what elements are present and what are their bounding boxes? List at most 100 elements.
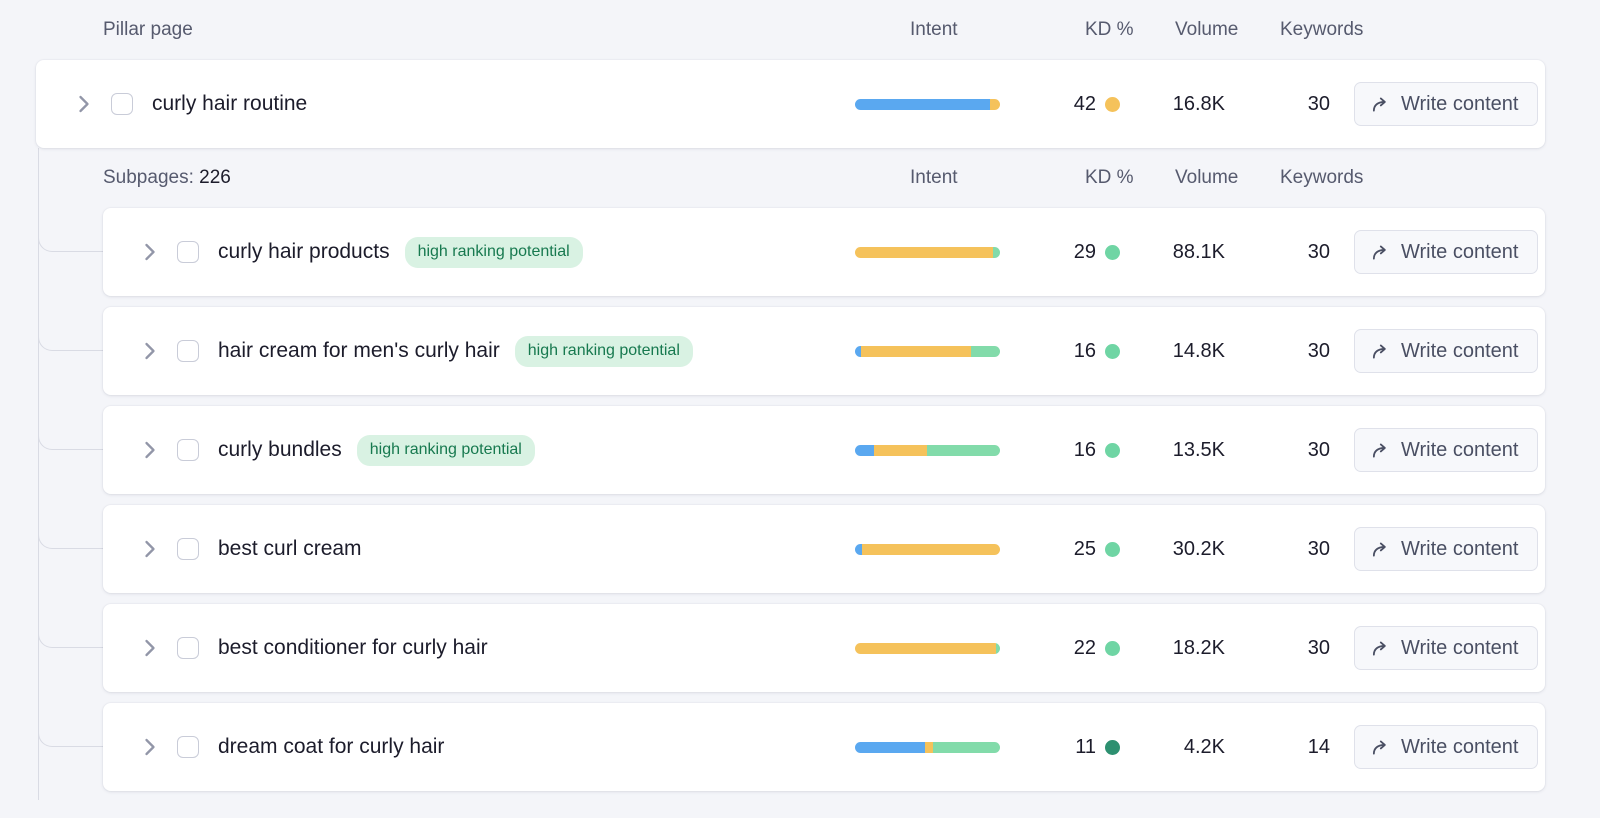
intent-bar (855, 544, 1000, 555)
keyword-cluster-table: Pillar page Intent KD % Volume Keywords … (0, 0, 1600, 818)
subpages-label: Subpages: (103, 167, 194, 189)
expand-chevron-icon[interactable] (141, 540, 159, 558)
keywords-value: 30 (1308, 439, 1330, 461)
kd-difficulty-dot (1105, 542, 1120, 557)
write-content-label: Write content (1401, 637, 1518, 660)
subpage-title: best conditioner for curly hair (218, 636, 488, 660)
pillar-kd-cell: 42 (1030, 93, 1120, 116)
subpage-intent-cell (855, 742, 1030, 753)
pillar-page-title: curly hair routine (152, 92, 307, 116)
subpage-action-cell: Write content (1330, 626, 1545, 670)
write-content-button[interactable]: Write content (1354, 626, 1538, 670)
kd-difficulty-dot (1105, 641, 1120, 656)
expand-chevron-icon[interactable] (141, 639, 159, 657)
expand-chevron-icon[interactable] (141, 738, 159, 756)
subpage-action-cell: Write content (1330, 527, 1545, 571)
subpage-row[interactable]: dream coat for curly hair114.2K14Write c… (103, 703, 1545, 791)
volume-value: 4.2K (1184, 736, 1225, 758)
intent-segment-informational (855, 544, 862, 555)
row-checkbox[interactable] (177, 340, 199, 362)
subpage-action-cell: Write content (1330, 428, 1545, 472)
write-content-button[interactable]: Write content (1354, 82, 1538, 126)
pillar-name-cell: curly hair routine (75, 92, 855, 116)
subpage-name-cell: best curl cream (141, 537, 855, 561)
pillar-row[interactable]: curly hair routine 42 16.8K 30 Wri (36, 60, 1545, 148)
row-checkbox[interactable] (111, 93, 133, 115)
volume-value: 88.1K (1173, 241, 1225, 263)
subpage-name-cell: dream coat for curly hair (141, 735, 855, 759)
subpage-title: dream coat for curly hair (218, 735, 444, 759)
subpage-volume-cell: 30.2K (1120, 538, 1225, 561)
subpage-kd-cell: 25 (1030, 538, 1120, 561)
row-checkbox[interactable] (177, 637, 199, 659)
row-checkbox[interactable] (177, 736, 199, 758)
write-content-label: Write content (1401, 93, 1518, 116)
expand-chevron-icon[interactable] (141, 342, 159, 360)
keywords-value: 30 (1308, 340, 1330, 362)
subpage-name-cell: hair cream for men's curly hair high rank… (141, 336, 855, 367)
write-content-label: Write content (1401, 538, 1518, 561)
subheader-keywords: Keywords (1280, 167, 1385, 189)
header-keywords: Keywords (1280, 19, 1385, 41)
subpage-row[interactable]: best conditioner for curly hair2218.2K30… (103, 604, 1545, 692)
subpage-kd-cell: 16 (1030, 439, 1120, 462)
keywords-value: 14 (1308, 736, 1330, 758)
row-checkbox[interactable] (177, 241, 199, 263)
write-content-button[interactable]: Write content (1354, 329, 1538, 373)
write-content-button[interactable]: Write content (1354, 428, 1538, 472)
subpage-keywords-cell: 30 (1225, 439, 1330, 462)
high-ranking-potential-badge: high ranking potential (357, 435, 535, 466)
subpage-name-cell: curly bundleshigh ranking potential (141, 435, 855, 466)
write-content-label: Write content (1401, 241, 1518, 264)
subpage-row[interactable]: hair cream for men's curly hair high rank… (103, 307, 1545, 395)
write-content-button[interactable]: Write content (1354, 230, 1538, 274)
intent-segment-informational (855, 742, 925, 753)
kd-value: 25 (1074, 538, 1096, 561)
subpage-volume-cell: 18.2K (1120, 637, 1225, 660)
subpage-volume-cell: 4.2K (1120, 736, 1225, 759)
write-content-button[interactable]: Write content (1354, 527, 1538, 571)
expand-chevron-icon[interactable] (141, 243, 159, 261)
kd-value: 29 (1074, 241, 1096, 264)
subpage-intent-cell (855, 445, 1030, 456)
volume-value: 14.8K (1173, 340, 1225, 362)
write-content-label: Write content (1401, 439, 1518, 462)
share-arrow-icon (1371, 441, 1390, 460)
volume-value: 16.8K (1173, 93, 1225, 115)
high-ranking-potential-badge: high ranking potential (515, 336, 693, 367)
subpage-keywords-cell: 30 (1225, 637, 1330, 660)
pillar-column-header: Pillar page Intent KD % Volume Keywords (0, 0, 1600, 60)
subpage-title: best curl cream (218, 537, 362, 561)
header-volume: Volume (1175, 19, 1280, 41)
subpage-row[interactable]: best curl cream 25 30.2K30 Write content (103, 505, 1545, 593)
write-content-button[interactable]: Write content (1354, 725, 1538, 769)
intent-segment-transactional (927, 445, 1000, 456)
kd-difficulty-dot (1105, 344, 1120, 359)
pillar-keywords-cell: 30 (1225, 93, 1330, 116)
subpage-kd-cell: 16 (1030, 340, 1120, 363)
header-pillar-page: Pillar page (103, 19, 910, 41)
subpage-volume-cell: 88.1K (1120, 241, 1225, 264)
subpage-name-cell: curly hair productshigh ranking potentia… (141, 237, 855, 268)
subpage-keywords-cell: 30 (1225, 538, 1330, 561)
subpage-intent-cell (855, 346, 1030, 357)
intent-bar (855, 99, 1000, 110)
row-checkbox[interactable] (177, 439, 199, 461)
kd-value: 16 (1074, 340, 1096, 363)
intent-bar (855, 445, 1000, 456)
subpage-row[interactable]: curly bundleshigh ranking potential 16 13.… (103, 406, 1545, 494)
volume-value: 13.5K (1173, 439, 1225, 461)
subpage-intent-cell (855, 247, 1030, 258)
keywords-value: 30 (1308, 93, 1330, 115)
expand-chevron-icon[interactable] (141, 441, 159, 459)
subpage-title: hair cream for men's curly hair (218, 339, 500, 363)
expand-chevron-icon[interactable] (75, 95, 93, 113)
row-checkbox[interactable] (177, 538, 199, 560)
intent-segment-transactional (993, 247, 1000, 258)
subpage-row[interactable]: curly hair productshigh ranking potentia… (103, 208, 1545, 296)
share-arrow-icon (1371, 342, 1390, 361)
subpage-intent-cell (855, 544, 1030, 555)
kd-difficulty-dot (1105, 443, 1120, 458)
subpage-list: curly hair productshigh ranking potentia… (0, 208, 1600, 791)
intent-bar (855, 643, 1000, 654)
